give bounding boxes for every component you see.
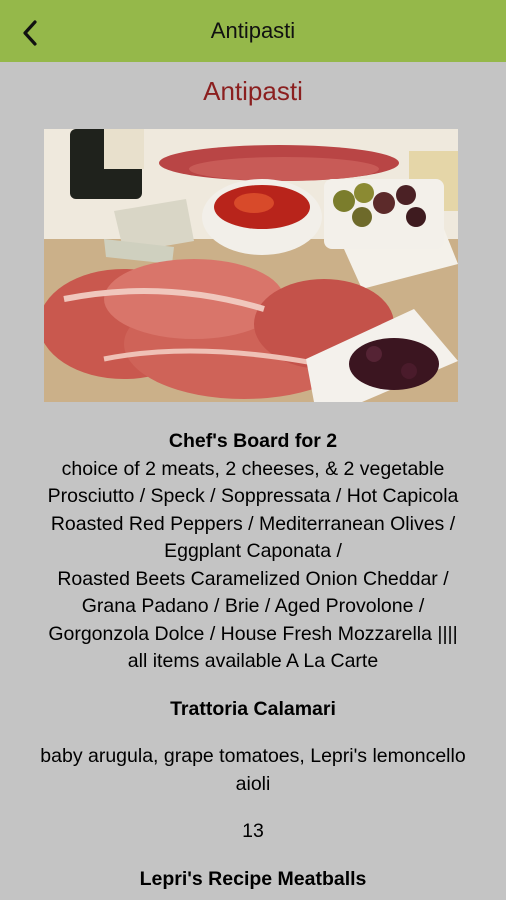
item-price: 13 [242, 820, 264, 842]
menu-content: Antipasti Chef's Board for 2 choice of 2… [0, 62, 506, 900]
item-description-line: Roasted Red Peppers / Mediterranean Oliv… [50, 512, 456, 535]
back-button[interactable] [14, 17, 46, 49]
item-description-line: baby arugula, grape tomatoes, Lepri's le… [40, 745, 466, 767]
menu-item: Chef's Board for 2 choice of 2 meats, 2 … [0, 428, 506, 676]
chevron-left-icon [23, 20, 37, 46]
item-description-line: all items available A La Carte [127, 650, 379, 672]
item-description-line: aioli [235, 772, 271, 795]
item-description-line: Roasted Beets Caramelized Onion Cheddar … [57, 567, 449, 590]
item-description-line: choice of 2 meats, 2 cheeses, & 2 vegeta… [61, 457, 445, 480]
item-description-line: Grana Padano / Brie / Aged Provolone / [81, 595, 425, 617]
item-name: Chef's Board for 2 [168, 430, 338, 452]
app-header: Antipasti [0, 0, 506, 62]
header-title: Antipasti [210, 18, 296, 43]
menu-item: Lepri's Recipe Meatballs [0, 866, 506, 894]
menu-items: Chef's Board for 2 choice of 2 meats, 2 … [0, 428, 506, 893]
item-description-line: Eggplant Caponata / [164, 540, 342, 562]
antipasti-photo [44, 129, 458, 402]
menu-item: Trattoria Calamari baby arugula, grape t… [0, 696, 506, 846]
item-name: Lepri's Recipe Meatballs [139, 867, 367, 890]
item-description-line: Gorgonzola Dolce / House Fresh Mozzarell… [48, 622, 458, 645]
section-title: Antipasti [203, 76, 303, 106]
item-name: Trattoria Calamari [170, 697, 336, 720]
item-description-line: Prosciutto / Speck / Soppressata / Hot C… [47, 485, 459, 507]
